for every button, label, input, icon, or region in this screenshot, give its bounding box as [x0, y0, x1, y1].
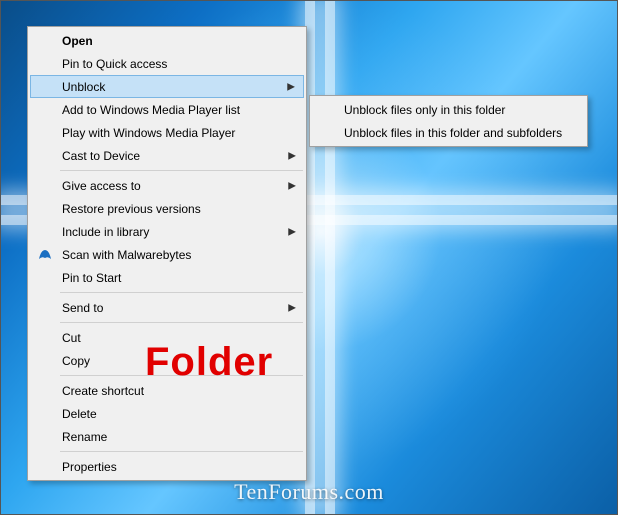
menu-item-label: Pin to Start: [62, 271, 121, 285]
menu-item-include-in-library[interactable]: Include in library ▶: [30, 220, 304, 243]
menu-item-properties[interactable]: Properties: [30, 455, 304, 478]
menu-item-label: Pin to Quick access: [62, 57, 167, 71]
annotation-label: Folder: [145, 340, 273, 385]
menu-item-label: Unblock files in this folder and subfold…: [344, 126, 562, 140]
menu-item-label: Unblock: [62, 80, 105, 94]
menu-item-label: Cut: [62, 331, 81, 345]
watermark-text: TenForums.com: [234, 479, 384, 505]
menu-item-pin-to-start[interactable]: Pin to Start: [30, 266, 304, 289]
menu-item-label: Scan with Malwarebytes: [62, 248, 191, 262]
menu-item-label: Unblock files only in this folder: [344, 103, 505, 117]
menu-item-label: Rename: [62, 430, 107, 444]
desktop-background: Open Pin to Quick access Unblock ▶ Add t…: [0, 0, 618, 515]
menu-item-label: Copy: [62, 354, 90, 368]
menu-item-open[interactable]: Open: [30, 29, 304, 52]
menu-item-label: Give access to: [62, 179, 141, 193]
submenu-arrow-icon: ▶: [288, 302, 296, 313]
menu-item-label: Properties: [62, 460, 117, 474]
context-submenu-unblock: Unblock files only in this folder Unbloc…: [309, 95, 588, 147]
submenu-item-unblock-subfolders[interactable]: Unblock files in this folder and subfold…: [312, 121, 585, 144]
menu-item-label: Include in library: [62, 225, 149, 239]
menu-item-label: Cast to Device: [62, 149, 140, 163]
menu-separator: [60, 170, 303, 171]
submenu-item-unblock-this-folder[interactable]: Unblock files only in this folder: [312, 98, 585, 121]
context-menu: Open Pin to Quick access Unblock ▶ Add t…: [27, 26, 307, 481]
submenu-arrow-icon: ▶: [287, 81, 295, 92]
menu-item-add-wmp-list[interactable]: Add to Windows Media Player list: [30, 98, 304, 121]
menu-item-label: Create shortcut: [62, 384, 144, 398]
menu-item-label: Play with Windows Media Player: [62, 126, 235, 140]
menu-item-give-access-to[interactable]: Give access to ▶: [30, 174, 304, 197]
menu-item-send-to[interactable]: Send to ▶: [30, 296, 304, 319]
menu-item-restore-previous-versions[interactable]: Restore previous versions: [30, 197, 304, 220]
menu-item-label: Add to Windows Media Player list: [62, 103, 240, 117]
menu-separator: [60, 292, 303, 293]
menu-item-unblock[interactable]: Unblock ▶: [30, 75, 304, 98]
menu-item-label: Restore previous versions: [62, 202, 201, 216]
menu-item-scan-malwarebytes[interactable]: Scan with Malwarebytes: [30, 243, 304, 266]
menu-item-delete[interactable]: Delete: [30, 402, 304, 425]
menu-item-label: Open: [62, 34, 93, 48]
menu-item-label: Send to: [62, 301, 103, 315]
submenu-arrow-icon: ▶: [288, 150, 296, 161]
submenu-arrow-icon: ▶: [288, 226, 296, 237]
light-beam: [325, 0, 335, 515]
menu-separator: [60, 451, 303, 452]
menu-item-rename[interactable]: Rename: [30, 425, 304, 448]
menu-item-label: Delete: [62, 407, 97, 421]
menu-item-cast-to-device[interactable]: Cast to Device ▶: [30, 144, 304, 167]
malwarebytes-icon: [37, 247, 53, 263]
submenu-arrow-icon: ▶: [288, 180, 296, 191]
menu-item-play-wmp[interactable]: Play with Windows Media Player: [30, 121, 304, 144]
menu-separator: [60, 322, 303, 323]
menu-item-pin-quick-access[interactable]: Pin to Quick access: [30, 52, 304, 75]
